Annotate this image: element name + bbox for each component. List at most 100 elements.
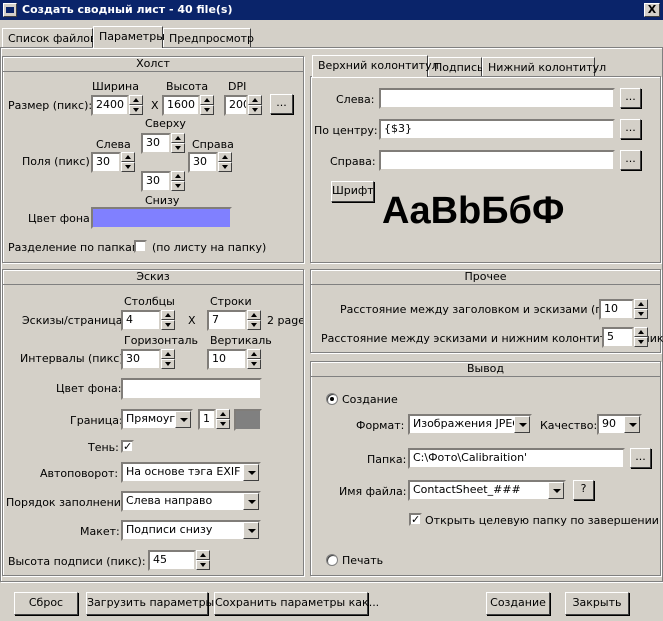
spin-up-icon[interactable] xyxy=(216,409,230,419)
height-spinner[interactable] xyxy=(200,95,214,116)
spin-down-icon[interactable] xyxy=(161,320,175,330)
spin-up-icon[interactable] xyxy=(247,310,261,320)
spin-down-icon[interactable] xyxy=(129,105,143,115)
margin-top-spinner[interactable] xyxy=(171,133,185,154)
caption-height-input[interactable]: 45 xyxy=(148,550,196,571)
close-window-button[interactable]: X xyxy=(644,3,660,17)
spin-up-icon[interactable] xyxy=(218,152,232,162)
footer-gap-input[interactable]: 5 xyxy=(602,327,634,348)
reset-button[interactable]: Сброс xyxy=(14,592,78,615)
header-left-more-button[interactable]: ... xyxy=(620,88,641,108)
chevron-down-icon[interactable] xyxy=(243,493,259,510)
spin-up-icon[interactable] xyxy=(171,133,185,143)
header-left-input[interactable] xyxy=(379,88,615,109)
tab-file-list[interactable]: Список файлов xyxy=(2,28,96,48)
margin-left-spinner[interactable] xyxy=(121,152,135,173)
rows-spinner[interactable] xyxy=(247,310,261,331)
header-gap-spinner[interactable] xyxy=(634,299,648,320)
spin-down-icon[interactable] xyxy=(247,359,261,369)
spin-down-icon[interactable] xyxy=(216,419,230,429)
filename-help-button[interactable]: ? xyxy=(573,480,594,500)
open-folder-checkbox[interactable]: ✓ xyxy=(409,513,422,526)
spin-up-icon[interactable] xyxy=(161,310,175,320)
spin-down-icon[interactable] xyxy=(121,162,135,172)
spin-down-icon[interactable] xyxy=(634,337,648,347)
header-gap-input[interactable]: 10 xyxy=(599,299,634,320)
caption-height-spinner[interactable] xyxy=(196,550,210,571)
header-right-more-button[interactable]: ... xyxy=(620,150,641,170)
spin-down-icon[interactable] xyxy=(634,309,648,319)
autorotate-select[interactable]: На основе тэга EXIF xyxy=(121,462,261,483)
width-input[interactable]: 2400 xyxy=(91,95,129,116)
header-center-input[interactable]: {$3} xyxy=(379,119,615,140)
tab-parameters[interactable]: Параметры xyxy=(93,26,165,48)
margin-right-input[interactable]: 30 xyxy=(188,152,218,173)
split-folders-checkbox[interactable] xyxy=(134,240,147,253)
rows-input[interactable]: 7 xyxy=(207,310,247,331)
margin-left-input[interactable]: 30 xyxy=(91,152,121,173)
margin-bottom-input[interactable]: 30 xyxy=(141,171,171,192)
spin-down-icon[interactable] xyxy=(196,560,210,570)
spin-up-icon[interactable] xyxy=(634,327,648,337)
border-color-swatch[interactable] xyxy=(234,409,262,431)
format-select[interactable]: Изображения JPEG xyxy=(408,414,532,435)
spin-down-icon[interactable] xyxy=(171,143,185,153)
margin-bottom-spinner[interactable] xyxy=(171,171,185,192)
spin-up-icon[interactable] xyxy=(248,95,262,105)
margin-right-spinner[interactable] xyxy=(218,152,232,173)
margin-top-input[interactable]: 30 xyxy=(141,133,171,154)
font-button[interactable]: Шрифт xyxy=(331,181,374,202)
size-presets-button[interactable]: ... xyxy=(270,94,293,114)
spin-down-icon[interactable] xyxy=(171,181,185,191)
load-settings-button[interactable]: Загрузить параметры xyxy=(86,592,214,615)
save-settings-button[interactable]: Сохранить параметры как... xyxy=(214,592,379,615)
chevron-down-icon[interactable] xyxy=(243,522,259,539)
spin-down-icon[interactable] xyxy=(161,359,175,369)
layout-select[interactable]: Подписи снизу xyxy=(121,520,261,541)
spin-up-icon[interactable] xyxy=(129,95,143,105)
vertical-spacing-spinner[interactable] xyxy=(247,349,261,370)
spin-up-icon[interactable] xyxy=(171,171,185,181)
chevron-down-icon[interactable] xyxy=(514,416,530,433)
border-width-spinner[interactable] xyxy=(216,409,230,430)
spin-up-icon[interactable] xyxy=(196,550,210,560)
spin-down-icon[interactable] xyxy=(218,162,232,172)
print-radio[interactable] xyxy=(326,554,338,566)
columns-spinner[interactable] xyxy=(161,310,175,331)
canvas-bg-swatch[interactable] xyxy=(91,207,232,229)
vertical-spacing-input[interactable]: 10 xyxy=(207,349,247,370)
folder-input[interactable]: C:\Фото\Calibraition' xyxy=(408,448,625,469)
quality-select[interactable]: 90 xyxy=(597,414,642,435)
tab-footer[interactable]: Нижний колонтитул xyxy=(482,57,606,77)
shadow-checkbox[interactable]: ✓ xyxy=(121,440,134,453)
horizontal-spacing-spinner[interactable] xyxy=(161,349,175,370)
spin-up-icon[interactable] xyxy=(121,152,135,162)
thumb-bg-swatch[interactable] xyxy=(121,378,262,400)
folder-browse-button[interactable]: ... xyxy=(630,448,651,468)
create-radio[interactable] xyxy=(326,393,338,405)
border-width-input[interactable]: 1 xyxy=(198,409,216,430)
border-style-select[interactable]: Прямоуго xyxy=(121,409,193,430)
footer-gap-spinner[interactable] xyxy=(634,327,648,348)
tab-header[interactable]: Верхний колонтитул xyxy=(312,55,439,77)
columns-input[interactable]: 4 xyxy=(121,310,161,331)
chevron-down-icon[interactable] xyxy=(243,464,259,481)
spin-down-icon[interactable] xyxy=(200,105,214,115)
filename-select[interactable]: ContactSheet_### xyxy=(408,480,566,501)
spin-up-icon[interactable] xyxy=(200,95,214,105)
chevron-down-icon[interactable] xyxy=(624,416,640,433)
horizontal-spacing-input[interactable]: 30 xyxy=(121,349,161,370)
dpi-spinner[interactable] xyxy=(248,95,262,116)
spin-up-icon[interactable] xyxy=(634,299,648,309)
header-right-input[interactable] xyxy=(379,150,615,171)
chevron-down-icon[interactable] xyxy=(548,482,564,499)
width-spinner[interactable] xyxy=(129,95,143,116)
chevron-down-icon[interactable] xyxy=(175,411,191,428)
spin-down-icon[interactable] xyxy=(248,105,262,115)
spin-up-icon[interactable] xyxy=(247,349,261,359)
height-input[interactable]: 1600 xyxy=(162,95,200,116)
close-button[interactable]: Закрыть xyxy=(565,592,629,615)
header-center-more-button[interactable]: ... xyxy=(620,119,641,139)
dpi-input[interactable]: 200 xyxy=(224,95,248,116)
tab-preview[interactable]: Предпросмотр xyxy=(163,28,254,48)
